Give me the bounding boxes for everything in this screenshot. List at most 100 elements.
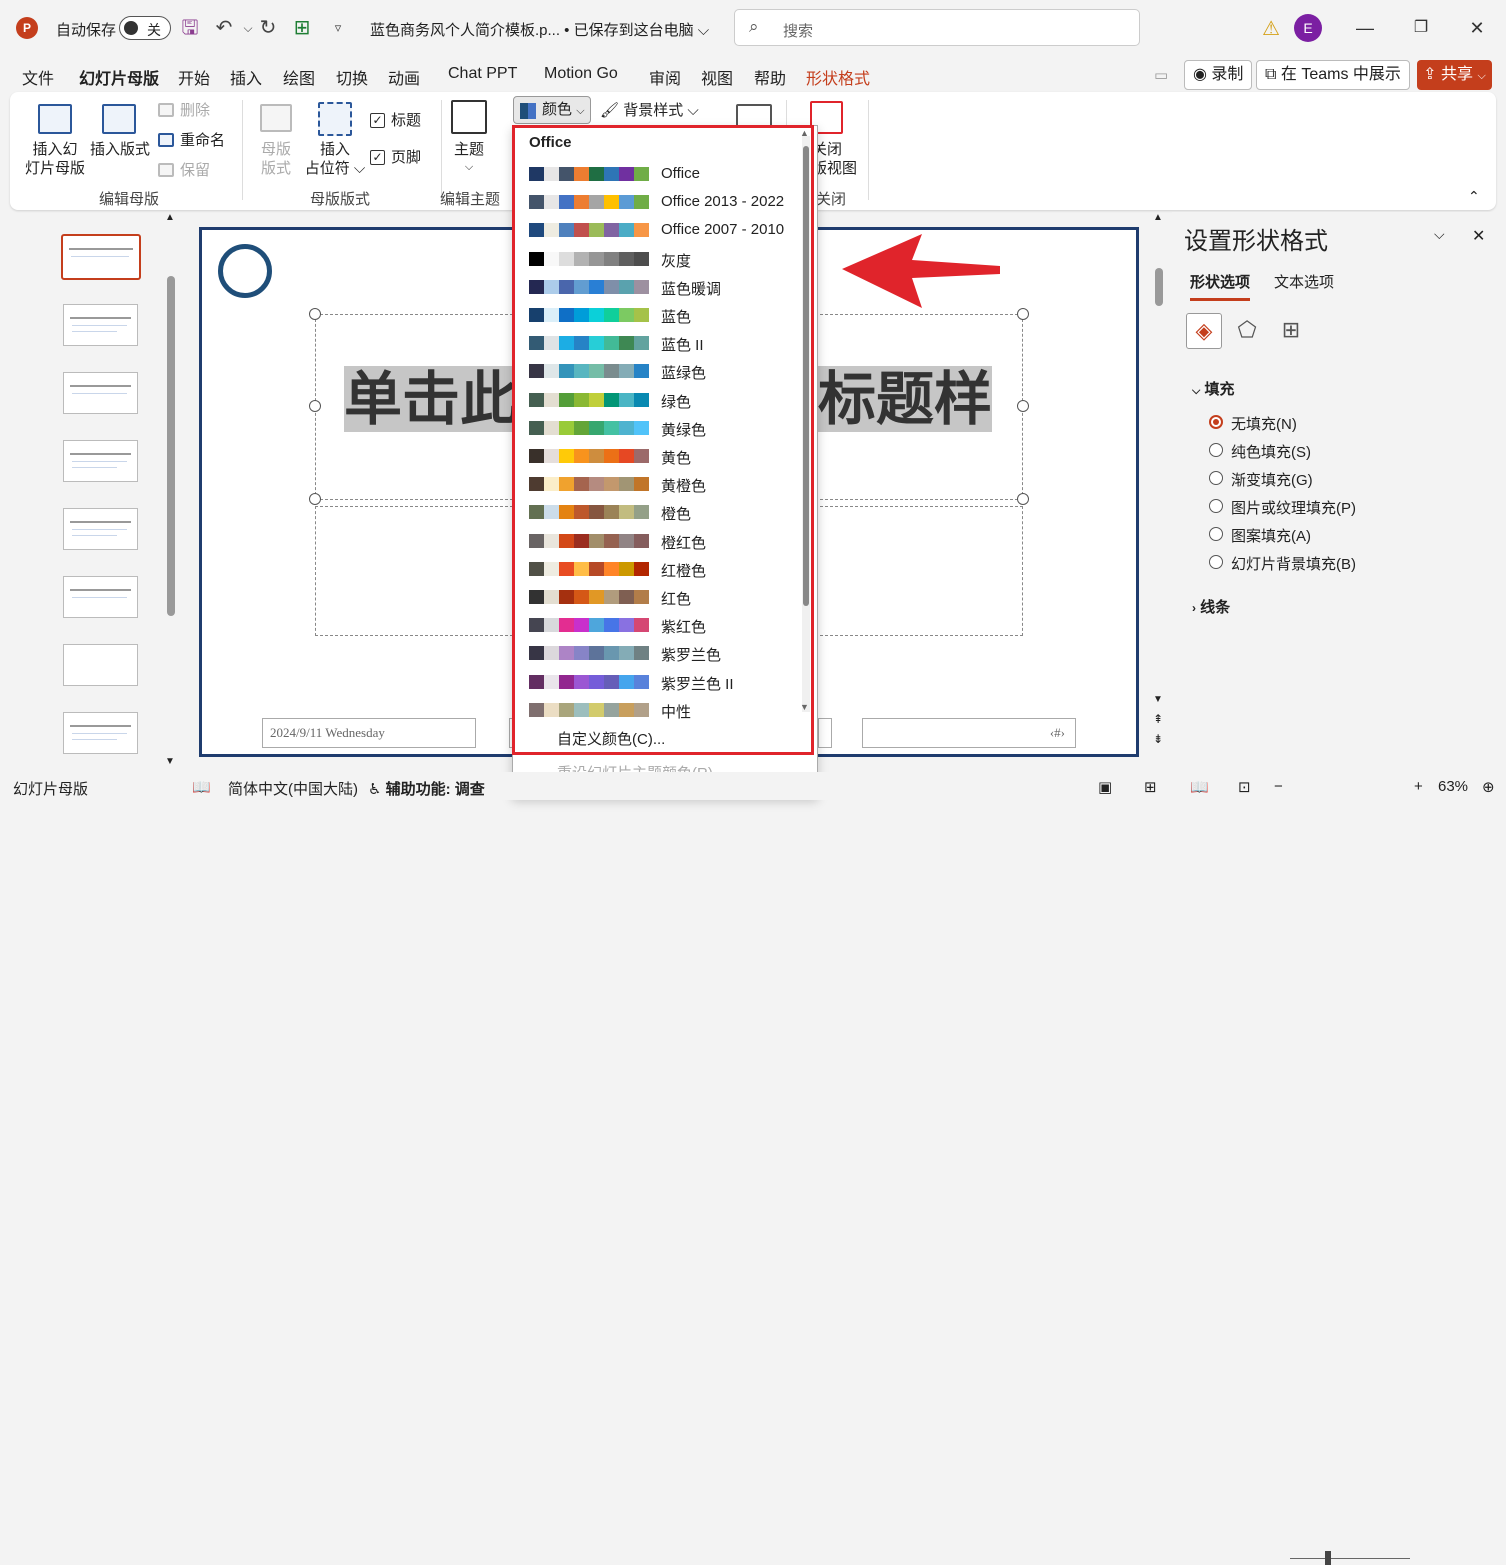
custom-colors-item[interactable]: 自定义颜色(C)... [557, 728, 665, 749]
no-fill-radio[interactable] [1209, 415, 1223, 429]
slide-background-fill-label[interactable]: 幻灯片背景填充(B) [1231, 553, 1356, 574]
thumbnail-layout[interactable] [63, 440, 138, 482]
solid-fill-radio[interactable] [1209, 443, 1223, 457]
slide-background-fill-radio[interactable] [1209, 555, 1223, 569]
theme-color-option[interactable]: 紫红色 [513, 611, 803, 639]
normal-view-icon[interactable]: ▣ [1098, 778, 1112, 796]
thumbnail-layout[interactable] [63, 576, 138, 618]
tab-shape-format[interactable]: 形状格式 [806, 65, 870, 89]
theme-color-option[interactable]: 红橙色 [513, 555, 803, 583]
resize-handle[interactable] [1017, 493, 1029, 505]
pane-options-chevron-icon[interactable]: ⌵ [1434, 226, 1445, 243]
teams-present-button[interactable]: ⧉ 在 Teams 中展示 [1256, 60, 1410, 90]
slide-scroll-up-icon[interactable]: ▲ [1153, 212, 1163, 223]
search-box[interactable]: ⌕ 搜索 [734, 9, 1140, 46]
insert-slide-master-icon[interactable] [38, 104, 72, 134]
present-icon[interactable]: ⊞ [290, 16, 314, 40]
zoom-level[interactable]: 63% [1438, 778, 1468, 795]
next-slide-icon[interactable]: ⇟ [1153, 732, 1163, 746]
record-button[interactable]: ◉ 录制 [1184, 60, 1253, 90]
picture-fill-label[interactable]: 图片或纹理填充(P) [1231, 497, 1356, 518]
tab-text-options[interactable]: 文本选项 [1274, 271, 1334, 292]
theme-color-option[interactable]: 蓝色 II [513, 329, 803, 357]
title-text-right[interactable]: 标题样 [818, 366, 993, 432]
delete-button[interactable]: 删除 [180, 101, 210, 120]
insert-placeholder-button[interactable]: 插入 占位符 ⌵ [302, 140, 368, 178]
tab-motion-go[interactable]: Motion Go [544, 65, 618, 83]
zoom-slider-thumb[interactable] [1325, 1551, 1331, 1565]
page-number-footer[interactable]: ‹#› [862, 718, 1076, 748]
thumbnail-layout[interactable] [63, 304, 138, 346]
resize-handle[interactable] [1017, 308, 1029, 320]
theme-color-option[interactable]: 蓝色 [513, 301, 803, 329]
thumbnail-layout[interactable] [63, 508, 138, 550]
dropdown-scroll-thumb[interactable] [803, 146, 809, 606]
close-icon[interactable]: ✕ [1462, 14, 1492, 42]
resize-handle[interactable] [309, 493, 321, 505]
theme-color-option[interactable]: 紫罗兰色 [513, 639, 803, 667]
scroll-down-icon[interactable]: ▼ [165, 756, 175, 767]
pane-close-icon[interactable]: ✕ [1472, 226, 1485, 246]
minimize-icon[interactable]: — [1350, 14, 1380, 42]
resize-handle[interactable] [1017, 400, 1029, 412]
preserve-button[interactable]: 保留 [180, 161, 210, 180]
gradient-fill-label[interactable]: 渐变填充(G) [1231, 469, 1313, 490]
thumbnail-layout[interactable] [63, 372, 138, 414]
slideshow-icon[interactable]: ⊡ [1238, 778, 1251, 796]
slide-scroll-down-icon[interactable]: ▼ [1153, 694, 1163, 705]
fit-to-window-icon[interactable]: ⊕ [1482, 778, 1495, 796]
theme-color-option[interactable]: 绿色 [513, 386, 803, 414]
insert-layout-button[interactable]: 插入版式 [88, 140, 152, 159]
zoom-in-icon[interactable]: + [1414, 778, 1423, 795]
dropdown-scrollbar[interactable] [802, 136, 810, 712]
theme-color-option[interactable]: 黄橙色 [513, 470, 803, 498]
footer-checkbox[interactable]: ✓ [370, 150, 385, 165]
tab-chat-ppt[interactable]: Chat PPT [448, 65, 517, 83]
restore-icon[interactable]: ❐ [1406, 14, 1436, 42]
tab-animations[interactable]: 动画 [388, 65, 420, 89]
tab-transitions[interactable]: 切换 [336, 65, 368, 89]
zoom-out-icon[interactable]: − [1274, 778, 1283, 795]
tab-shape-options[interactable]: 形状选项 [1190, 271, 1251, 301]
close-master-view-button[interactable]: 关闭 版视图 [812, 140, 860, 178]
language-label[interactable]: 简体中文(中国大陆) [228, 778, 358, 799]
zoom-slider[interactable] [1290, 1558, 1410, 1559]
effects-icon[interactable]: ⬠ [1229, 313, 1265, 349]
theme-color-option[interactable]: 灰度 [513, 245, 803, 273]
line-section[interactable]: › 线条 [1192, 596, 1230, 617]
rename-button[interactable]: 重命名 [180, 131, 225, 150]
accessibility-button[interactable]: ♿ 辅助功能: 调查 [368, 778, 485, 799]
theme-color-option[interactable]: Office 2007 - 2010 [513, 216, 803, 244]
no-fill-label[interactable]: 无填充(N) [1231, 413, 1297, 434]
theme-chevron-icon[interactable]: ⌵ [449, 158, 489, 177]
pattern-fill-radio[interactable] [1209, 527, 1223, 541]
save-icon[interactable]: 🖫 [178, 16, 202, 40]
previous-slide-icon[interactable]: ⇞ [1153, 712, 1163, 726]
colors-button[interactable]: 颜色 ⌵ [513, 96, 591, 124]
comment-icon[interactable]: ▭ [1154, 66, 1168, 84]
insert-layout-icon[interactable] [102, 104, 136, 134]
theme-color-option[interactable]: 红色 [513, 583, 803, 611]
warning-icon[interactable]: ⚠ [1262, 16, 1280, 41]
tab-file[interactable]: 文件 [22, 65, 54, 89]
picture-fill-radio[interactable] [1209, 499, 1223, 513]
resize-handle[interactable] [309, 308, 321, 320]
dropdown-scroll-up-icon[interactable]: ▲ [800, 128, 809, 138]
theme-color-option[interactable]: 黄色 [513, 442, 803, 470]
theme-color-option[interactable]: 紫罗兰色 II [513, 668, 803, 696]
center-footer-right[interactable] [818, 718, 832, 748]
avatar[interactable]: E [1294, 14, 1322, 42]
autosave-toggle[interactable]: 关 [119, 16, 171, 40]
theme-color-option[interactable]: 黄绿色 [513, 414, 803, 442]
theme-color-option[interactable]: 橙红色 [513, 527, 803, 555]
thumbnail-layout[interactable] [63, 712, 138, 754]
title-text-left[interactable]: 单击此 [344, 366, 519, 432]
tab-insert[interactable]: 插入 [230, 65, 262, 89]
fill-line-icon[interactable]: ◈ [1186, 313, 1222, 349]
tab-home[interactable]: 开始 [178, 65, 210, 89]
pattern-fill-label[interactable]: 图案填充(A) [1231, 525, 1311, 546]
theme-color-option[interactable]: Office [513, 160, 803, 188]
title-checkbox[interactable]: ✓ [370, 113, 385, 128]
document-title[interactable]: 蓝色商务风个人简介模板.p... • 已保存到这台电脑 ⌵ [370, 19, 709, 40]
tab-draw[interactable]: 绘图 [283, 65, 315, 89]
